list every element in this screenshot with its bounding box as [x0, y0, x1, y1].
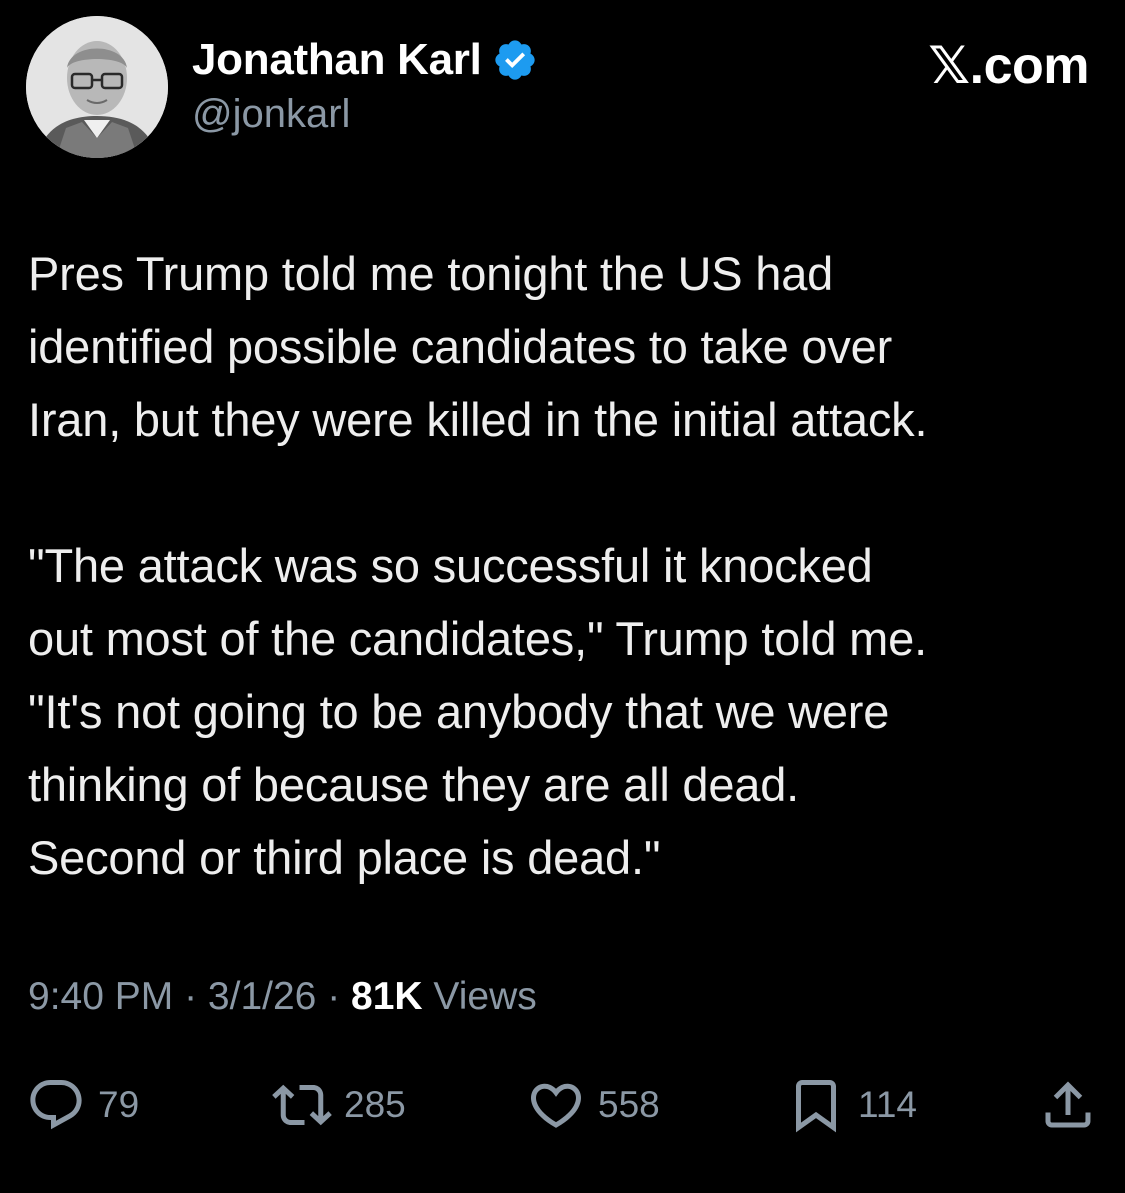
- bookmark-count: 114: [858, 1084, 917, 1125]
- reply-button[interactable]: 79: [26, 1070, 139, 1140]
- display-name-row: Jonathan Karl: [192, 30, 538, 90]
- timestamp-date[interactable]: 3/1/26: [208, 975, 316, 1018]
- author-names: Jonathan Karl @jonkarl: [192, 30, 538, 137]
- brand-logo: 𝕏.com: [928, 37, 1089, 95]
- tweet-header: Jonathan Karl @jonkarl 𝕏.com: [26, 16, 1101, 161]
- repost-icon: [272, 1084, 332, 1126]
- text-line: Second or third place is dead.": [28, 831, 661, 884]
- tweet-paragraph-2: "The attack was so successful it knocked…: [28, 529, 1103, 894]
- bookmark-button[interactable]: 114: [786, 1070, 917, 1140]
- text-line: out most of the candidates," Trump told …: [28, 612, 927, 665]
- views-count[interactable]: 81K: [351, 975, 423, 1018]
- action-bar: 79 285 558 114: [26, 1070, 1098, 1140]
- bookmark-icon: [796, 1080, 836, 1133]
- tweet-paragraph-1: Pres Trump told me tonight the US had id…: [28, 237, 1103, 456]
- share-icon: [1045, 1081, 1091, 1128]
- text-line: Iran, but they were killed in the initia…: [28, 393, 928, 446]
- tweet-meta: 9:40 PM · 3/1/26 · 81K Views: [28, 975, 537, 1019]
- repost-count: 285: [344, 1084, 406, 1125]
- share-button[interactable]: [1038, 1070, 1098, 1140]
- text-line: "It's not going to be anybody that we we…: [28, 685, 890, 738]
- text-line: thinking of because they are all dead.: [28, 758, 800, 811]
- reply-icon: [30, 1080, 82, 1130]
- text-line: Pres Trump told me tonight the US had: [28, 247, 834, 300]
- like-button[interactable]: 558: [526, 1070, 660, 1140]
- like-count: 558: [598, 1084, 660, 1125]
- display-name[interactable]: Jonathan Karl: [192, 35, 482, 85]
- text-line: identified possible candidates to take o…: [28, 320, 893, 373]
- avatar[interactable]: [26, 16, 168, 158]
- tweet-card: Jonathan Karl @jonkarl 𝕏.com Pres Trump …: [0, 0, 1125, 1193]
- repost-button[interactable]: 285: [272, 1070, 406, 1140]
- views-label: Views: [422, 975, 537, 1018]
- meta-separator: ·: [316, 975, 352, 1018]
- heart-icon: [530, 1083, 582, 1128]
- timestamp-time[interactable]: 9:40 PM: [28, 975, 173, 1018]
- text-line: "The attack was so successful it knocked: [28, 539, 873, 592]
- meta-separator: ·: [173, 975, 208, 1018]
- verified-badge-icon: [492, 37, 538, 83]
- author-handle[interactable]: @jonkarl: [192, 92, 538, 137]
- tweet-text: Pres Trump told me tonight the US had id…: [28, 237, 1103, 894]
- reply-count: 79: [98, 1084, 140, 1125]
